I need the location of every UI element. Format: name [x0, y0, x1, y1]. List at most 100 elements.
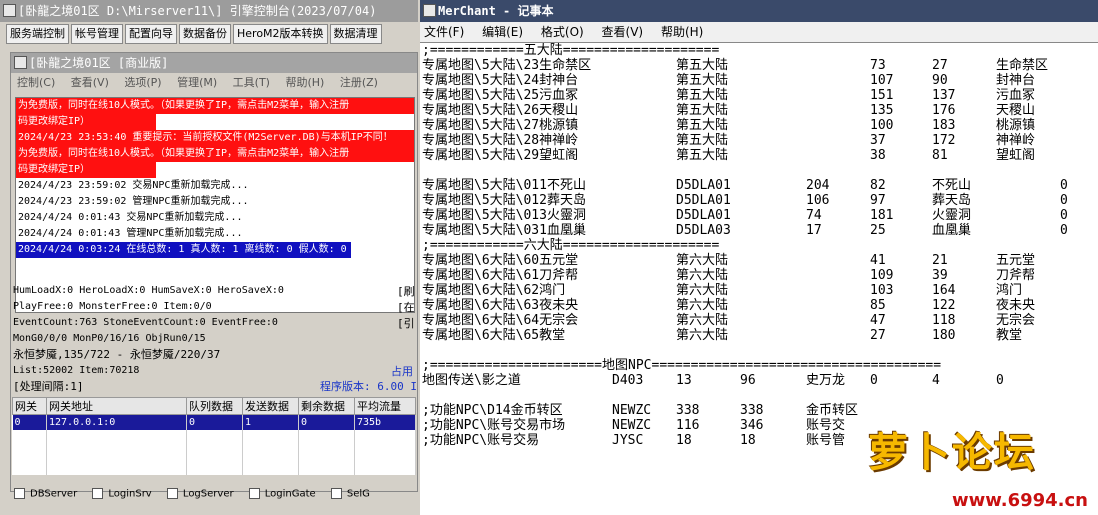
text-field: 0 — [1060, 208, 1068, 223]
cell: 0 — [298, 414, 355, 430]
m2-titlebar[interactable]: [卧龍之境01区 [商业版] — [11, 53, 417, 73]
text-field: 183 — [932, 118, 956, 133]
text-field: 专属地图\5大陆\012葬天岛 — [422, 193, 586, 208]
text-field: 118 — [932, 313, 956, 328]
menu-tools[interactable]: 工具(T) — [233, 76, 270, 89]
menu-help[interactable]: 帮助(H) — [661, 25, 703, 39]
watermark-logo: 萝卜论坛 — [868, 430, 1036, 476]
log-line: 码更改绑定IP） — [16, 114, 156, 130]
text-field: D5DLA01 — [676, 193, 731, 208]
checkbox-logingate[interactable]: LoginGate — [248, 488, 316, 500]
tab-backup[interactable]: 数据备份 — [179, 24, 231, 44]
text-line: ;======================地图NPC============… — [420, 358, 1098, 373]
menu-view[interactable]: 查看(V) — [602, 25, 644, 39]
text-field: 专属地图\5大陆\031血凰巢 — [422, 223, 586, 238]
engine-button[interactable]: [引 — [397, 315, 419, 331]
checkbox-box[interactable] — [14, 488, 25, 499]
watermark-url: www.6994.cn — [952, 490, 1088, 511]
cell: 735b — [354, 414, 416, 430]
menu-file[interactable]: 文件(F) — [424, 25, 464, 39]
menu-register[interactable]: 注册(Z) — [340, 76, 378, 89]
engine-title: [卧龍之境01区 D:\Mirserver11\] 引擎控制台(2023/07/… — [18, 4, 377, 18]
tab-account[interactable]: 帐号管理 — [71, 24, 123, 44]
checkbox-box[interactable] — [92, 488, 104, 499]
checkbox-box[interactable] — [166, 488, 178, 499]
checkbox-label: LoginSrv — [108, 488, 152, 500]
col-remaining[interactable]: 剩余数据 — [298, 397, 355, 415]
menu-control[interactable]: 控制(C) — [17, 76, 55, 89]
text-field: ;功能NPC\D14金币转区 — [422, 403, 563, 418]
table-row-empty — [12, 429, 416, 445]
checkbox-dbserver[interactable]: DBServer — [14, 488, 77, 500]
tab-data-clean[interactable]: 数据清理 — [329, 24, 382, 44]
table-row[interactable]: 0 127.0.0.1:0 0 1 0 735b — [12, 414, 416, 430]
engine-titlebar[interactable]: [卧龍之境01区 D:\Mirserver11\] 引擎控制台(2023/07/… — [0, 0, 418, 22]
checkbox-box[interactable] — [330, 488, 342, 499]
text-line: 专属地图\5大陆\013火靈洞 D5DLA01 74 181 火靈洞 0 — [420, 208, 1098, 223]
stat-line: PlayFree:0 MonsterFree:0 Item:0/0 — [13, 301, 212, 312]
tab-server-control[interactable]: 服务端控制 — [6, 24, 69, 44]
checkbox-box[interactable] — [248, 488, 260, 499]
stat-line: List:52002 Item:70218 — [13, 365, 140, 376]
text-field: 107 — [870, 73, 894, 88]
text-field: 96 — [740, 373, 756, 388]
online-button[interactable]: [在 — [397, 299, 419, 315]
log-panel[interactable]: 为免费版，同时在线10人模式。（如果更换了IP，需点击M2菜单，输入注册 码更改… — [15, 97, 415, 313]
text-field: 151 — [870, 88, 894, 103]
text-field: 史万龙 — [806, 373, 846, 388]
m2-title: [卧龍之境01区 [商业版] — [29, 56, 169, 70]
text-line: 专属地图\5大陆\23生命禁区 第五大陆 73 27 生命禁区 — [420, 58, 1098, 73]
menu-view[interactable]: 查看(V) — [71, 76, 109, 89]
checkbox-selgate[interactable]: SelG — [330, 488, 370, 500]
cell: 0 — [12, 414, 47, 430]
col-avg-traffic[interactable]: 平均流量 — [354, 397, 416, 415]
text-field: 五元堂 — [996, 253, 1036, 268]
text-field: 38 — [870, 148, 886, 163]
text-field: 27 — [932, 58, 948, 73]
text-field: 专属地图\5大陆\23生命禁区 — [422, 58, 592, 73]
checkbox-logserver[interactable]: LogServer — [166, 488, 234, 500]
col-queue[interactable]: 队列数据 — [186, 397, 243, 415]
text-field: 账号管 — [806, 433, 846, 448]
checkbox-loginsrv[interactable]: LoginSrv — [92, 488, 152, 500]
text-field: ;功能NPC\账号交易 — [422, 433, 540, 448]
map-block-6: 专属地图\6大陆\60五元堂 第六大陆 41 21 五元堂 专属地图\6大陆\61刀斧帮第… — [420, 253, 1098, 343]
log-line: 2024/4/24 0:01:43 交易NPC重新加载完成... — [18, 212, 243, 223]
engine-console-window: [卧龍之境01区 D:\Mirserver11\] 引擎控制台(2023/07/… — [0, 0, 418, 515]
menu-manage[interactable]: 管理(M) — [177, 76, 217, 89]
text-line: 专属地图\6大陆\61刀斧帮 第六大陆 109 39 刀斧帮 — [420, 268, 1098, 283]
menu-edit[interactable]: 编辑(E) — [482, 25, 523, 39]
menu-help[interactable]: 帮助(H) — [285, 76, 324, 89]
text-field: 27 — [870, 328, 886, 343]
text-line: 专属地图\5大陆\27桃源镇 第五大陆 100 183 桃源镇 — [420, 118, 1098, 133]
text-field: 第六大陆 — [676, 313, 729, 328]
server-checkboxes: DBServer LoginSrv LogServer LoginGate Se… — [14, 488, 418, 510]
text-field: D5DLA01 — [676, 178, 731, 193]
tab-config-wizard[interactable]: 配置向导 — [125, 24, 177, 44]
text-field: 81 — [932, 148, 948, 163]
text-field: 第五大陆 — [676, 148, 729, 163]
engine-tabs: 服务端控制 帐号管理 配置向导 数据备份 HeroM2版本转换 数据清理 — [6, 24, 384, 44]
tab-herom2-convert[interactable]: HeroM2版本转换 — [233, 24, 328, 44]
text-field: 望虹阁 — [996, 148, 1036, 163]
cell: 127.0.0.1:0 — [46, 414, 187, 430]
notepad-titlebar[interactable]: MerChant - 记事本 — [420, 0, 1098, 22]
text-line: 专属地图\5大陆\031血凰巢 D5DLA03 17 25 血凰巢 0 — [420, 223, 1098, 238]
text-field: 夜未央 — [996, 298, 1036, 313]
log-line: 2024/4/23 23:53:40 重要提示：当前授权文件(M2Server.… — [16, 130, 414, 146]
col-send[interactable]: 发送数据 — [242, 397, 299, 415]
col-gateway-address[interactable]: 网关地址 — [46, 397, 187, 415]
refresh-button[interactable]: [刷 — [397, 283, 419, 299]
version-label: 程序版本: 6.00 I — [320, 380, 417, 393]
app-icon — [3, 4, 16, 17]
col-gateway[interactable]: 网关 — [12, 397, 47, 415]
npc-line: 地图传送\影之道 D403 13 96 史万龙 0 4 0 — [420, 373, 1098, 388]
text-field: 地图传送\影之道 — [422, 373, 521, 388]
stat-line: EventCount:763 StoneEventCount:0 EventFr… — [13, 317, 278, 328]
menu-options[interactable]: 选项(P) — [124, 76, 161, 89]
menu-format[interactable]: 格式(O) — [541, 25, 584, 39]
text-field: 天稷山 — [996, 103, 1036, 118]
text-line: 专属地图\6大陆\60五元堂 第六大陆 41 21 五元堂 — [420, 253, 1098, 268]
text-field: 第五大陆 — [676, 88, 729, 103]
text-field: 第六大陆 — [676, 328, 729, 343]
